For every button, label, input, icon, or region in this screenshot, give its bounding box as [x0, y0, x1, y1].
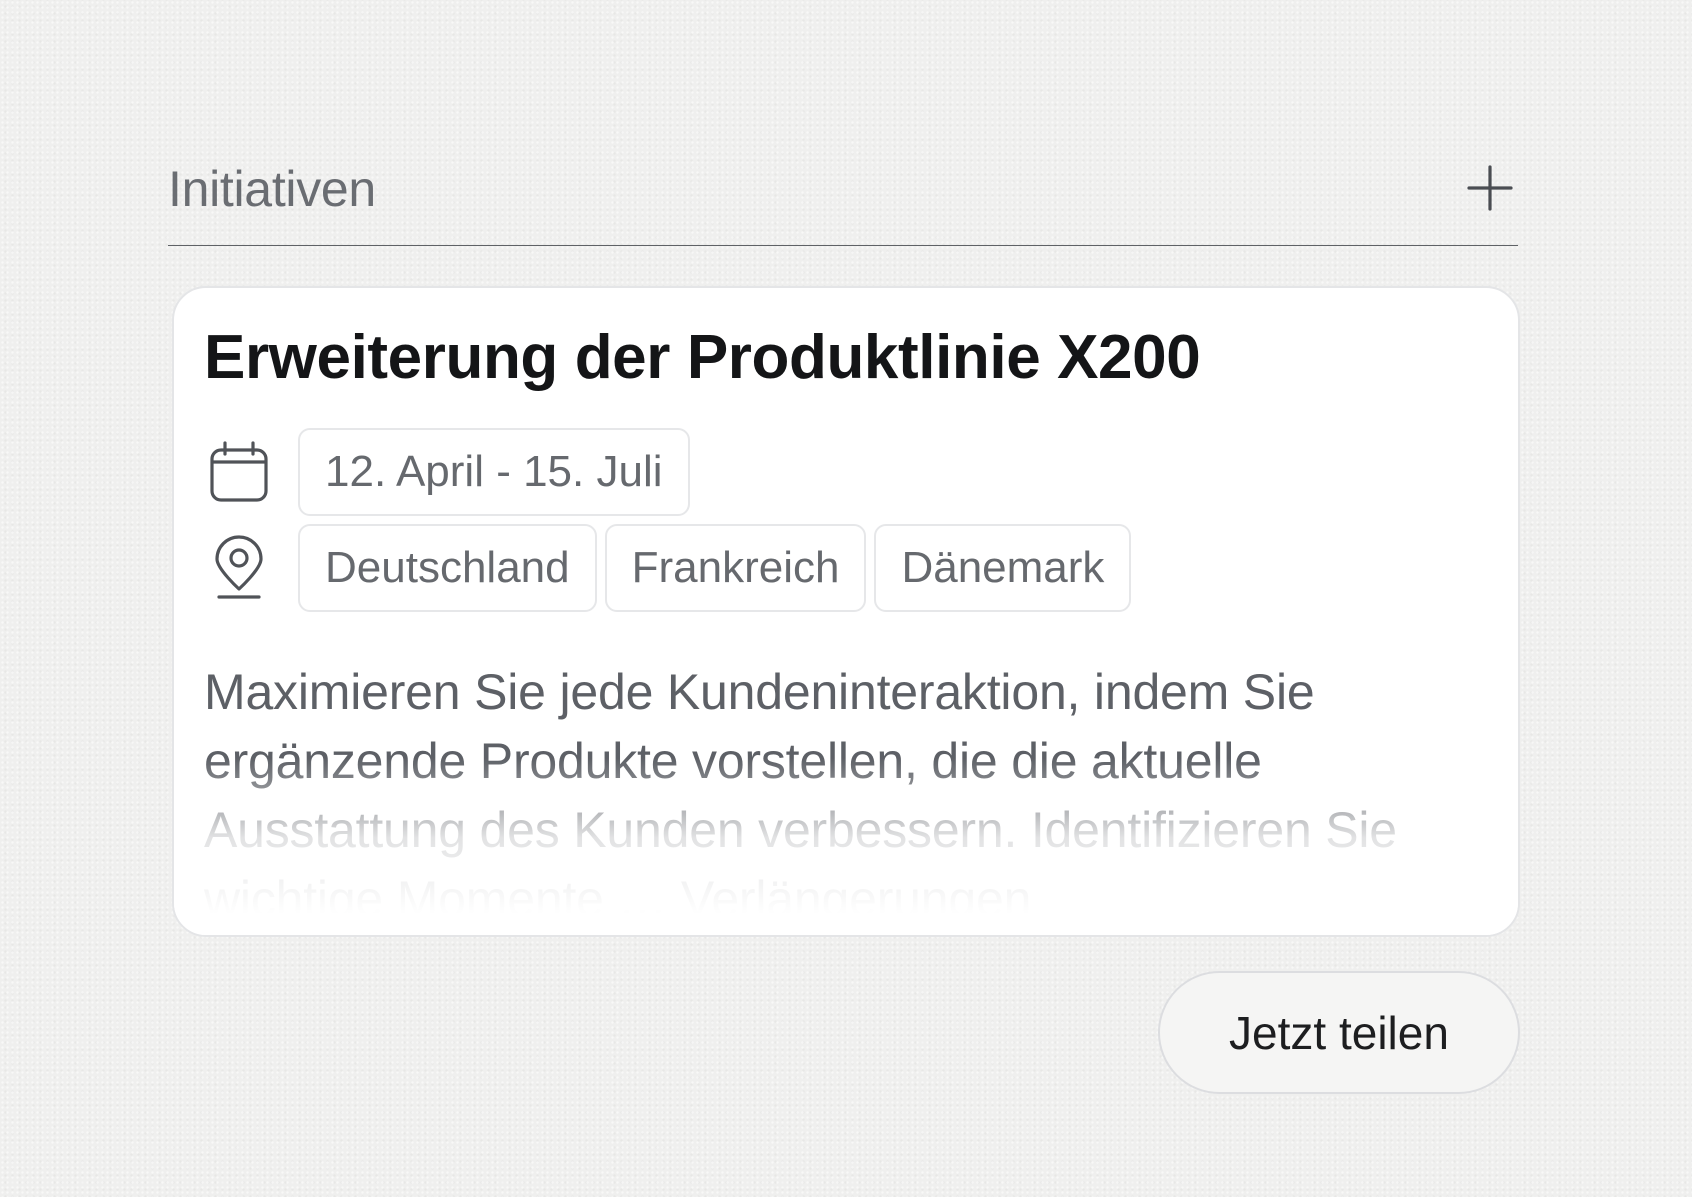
share-now-button[interactable]: Jetzt teilen: [1158, 971, 1520, 1094]
initiative-description: Maximieren Sie jede Kundeninteraktion, i…: [204, 664, 1397, 927]
country-chips: Deutschland Frankreich Dänemark: [298, 524, 1132, 612]
section-header: Initiativen: [168, 150, 1518, 246]
plus-icon: [1467, 165, 1513, 211]
country-chip-frankreich[interactable]: Frankreich: [604, 524, 867, 612]
country-chip-deutschland[interactable]: Deutschland: [298, 524, 597, 612]
section-title: Initiativen: [168, 161, 376, 217]
add-initiative-button[interactable]: [1466, 164, 1514, 212]
country-chip-daenemark[interactable]: Dänemark: [874, 524, 1132, 612]
location-row: Deutschland Frankreich Dänemark: [204, 524, 1132, 612]
calendar-icon: [204, 437, 274, 507]
date-chips: 12. April - 15. Juli: [298, 428, 690, 516]
date-row: 12. April - 15. Juli: [204, 428, 690, 516]
initiative-title: Erweiterung der Produktlinie X200: [204, 323, 1201, 392]
date-range-chip[interactable]: 12. April - 15. Juli: [298, 428, 690, 516]
initiative-card[interactable]: Erweiterung der Produktlinie X200 12. Ap…: [172, 286, 1520, 937]
map-pin-icon: [204, 533, 274, 603]
